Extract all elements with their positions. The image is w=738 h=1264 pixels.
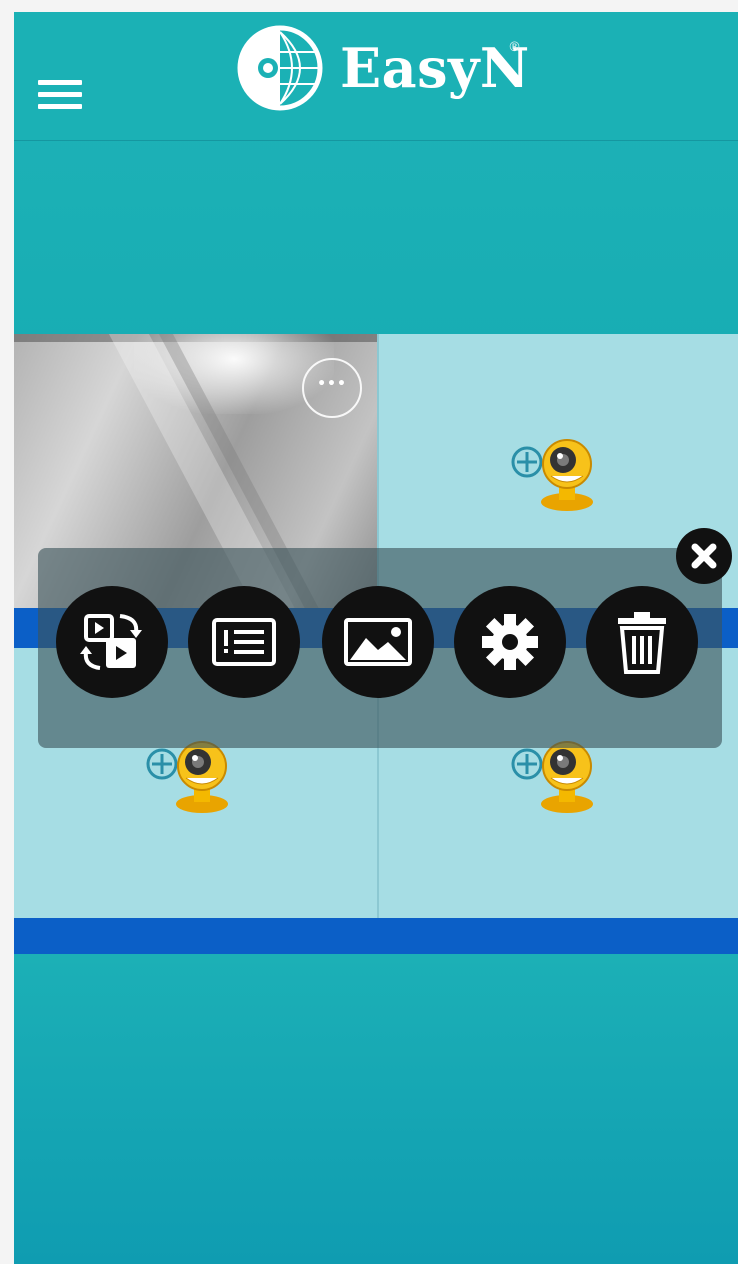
switch-view-button[interactable] [56,586,168,698]
hamburger-menu-icon[interactable] [38,74,84,114]
screenshot-top-border [0,0,738,12]
settings-button[interactable] [454,586,566,698]
image-gallery-icon [344,618,412,666]
more-dots-icon: ••• [317,376,347,392]
gallery-button[interactable] [322,586,434,698]
app-logo-text: EasyN [340,36,530,100]
delete-button[interactable] [586,586,698,698]
grid-bottom-bar [14,918,738,954]
add-camera-icon[interactable] [146,736,246,816]
app-header: EasyN ® [14,12,738,141]
add-camera-icon[interactable] [511,736,611,816]
alarm-list-icon [212,618,276,666]
close-icon [691,543,717,569]
app-screen: EasyN ® ••• [14,12,738,1264]
globe-logo-icon [237,25,323,111]
empty-area [14,954,738,1264]
more-options-button[interactable]: ••• [302,358,362,418]
switch-view-icon [80,614,142,670]
event-list-button[interactable] [188,586,300,698]
screenshot-left-border [0,0,14,1264]
gear-icon [482,614,538,670]
trash-icon [618,612,666,674]
close-menu-button[interactable] [676,528,732,584]
add-camera-icon[interactable] [511,434,611,514]
registered-mark: ® [508,40,521,55]
